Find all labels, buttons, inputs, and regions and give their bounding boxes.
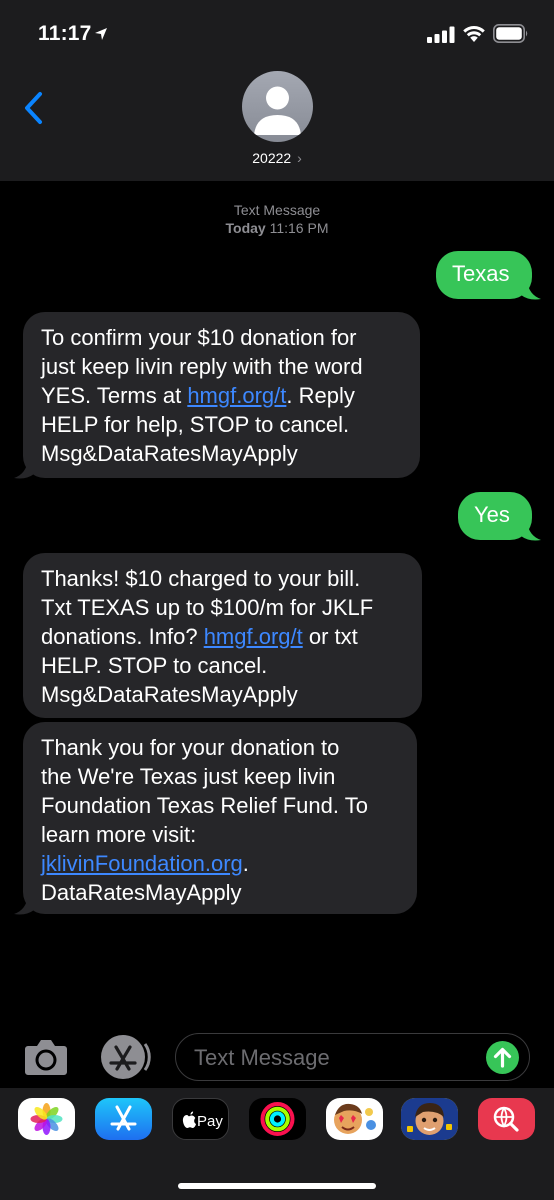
memoji-face-icon [401,1098,458,1140]
search-images-app[interactable] [478,1098,535,1140]
cellular-signal-icon [427,26,455,43]
message-line: Foundation Texas Relief Fund. To [41,793,368,818]
photos-app[interactable] [18,1098,75,1140]
message-line: jklivinFoundation.org. [41,849,399,878]
message-text: . [242,851,249,876]
foundation-link[interactable]: jklivinFoundation.org [41,851,243,876]
terms-link[interactable]: hmgf.org/t [187,383,286,408]
message-line: HELP for help, STOP to cancel. [41,412,350,437]
incoming-message-bubble[interactable]: To confirm your $10 donation for just ke… [23,312,420,478]
photos-icon [30,1103,63,1135]
app-store-app[interactable] [95,1098,152,1140]
bubble-tail [14,460,34,479]
contact-avatar[interactable] [242,71,313,142]
message-line: To confirm your $10 donation for [41,325,357,350]
message-line: donations. Info? hmgf.org/t or txt [41,622,404,651]
timestamp-day: Today [225,220,266,236]
apple-logo-icon: Pay [182,1111,223,1130]
status-time: 11:17 [38,22,92,45]
message-line: the We're Texas just keep livin [41,764,336,789]
message-line: YES. Terms at hmgf.org/t. Reply [41,381,402,410]
wifi-icon [463,26,485,42]
message-text: Texas [452,261,510,286]
message-line: Thank you for your donation to [41,735,340,760]
message-line: learn more visit: [41,822,197,847]
incoming-message-bubble[interactable]: Thanks! $10 charged to your bill. Txt TE… [23,553,422,718]
message-text: Yes [474,502,510,527]
message-line: Msg&DataRatesMayApply [41,441,298,466]
timestamp-time: 11:16 PM [269,220,329,236]
send-button[interactable] [486,1041,519,1074]
back-chevron-icon[interactable] [22,91,46,125]
message-input[interactable]: Text Message [175,1033,530,1081]
home-indicator[interactable] [178,1183,376,1189]
contact-name-button[interactable]: 20222 › [0,150,554,166]
outgoing-message-bubble[interactable]: Texas [436,251,532,299]
chevron-right-icon: › [297,150,302,166]
app-store-drawer-icon[interactable] [99,1034,151,1080]
location-arrow-icon [95,28,107,40]
bubble-tail [14,896,34,915]
contact-name: 20222 [252,150,292,166]
battery-icon [493,24,528,43]
bubble-tail [521,281,541,300]
memoji-stickers-app[interactable] [326,1098,383,1140]
message-service-label: Text Message [233,202,321,218]
message-input-placeholder: Text Message [194,1045,330,1070]
message-line: Thanks! $10 charged to your bill. [41,566,361,591]
message-text: or txt [302,624,358,649]
message-line: Msg&DataRatesMayApply [41,682,298,707]
activity-rings-icon [260,1102,295,1136]
activity-app[interactable] [249,1098,306,1140]
app-store-icon [110,1105,137,1131]
bubble-tail [521,522,541,541]
message-text: donations. Info? [41,624,204,649]
apple-pay-app[interactable]: Pay [172,1098,229,1140]
apple-pay-label: Pay [197,1113,223,1130]
memoji-stickers-icon [334,1103,376,1134]
message-line: just keep livin reply with the word [41,354,363,379]
message-line: DataRatesMayApply [41,880,242,905]
message-line: Txt TEXAS up to $100/m for JKLF [41,595,374,620]
incoming-message-bubble[interactable]: Thank you for your donation to the We're… [23,722,417,914]
memoji-app[interactable] [401,1098,458,1140]
message-line: HELP. STOP to cancel. [41,653,268,678]
arrow-up-icon [493,1047,512,1068]
info-link[interactable]: hmgf.org/t [204,624,303,649]
globe-search-icon [493,1106,519,1132]
message-timestamp: Today 11:16 PM [0,219,554,237]
person-silhouette-icon [254,86,301,135]
camera-icon[interactable] [22,1037,70,1077]
message-text: YES. Terms at [41,383,188,408]
message-text: . Reply [286,383,355,408]
